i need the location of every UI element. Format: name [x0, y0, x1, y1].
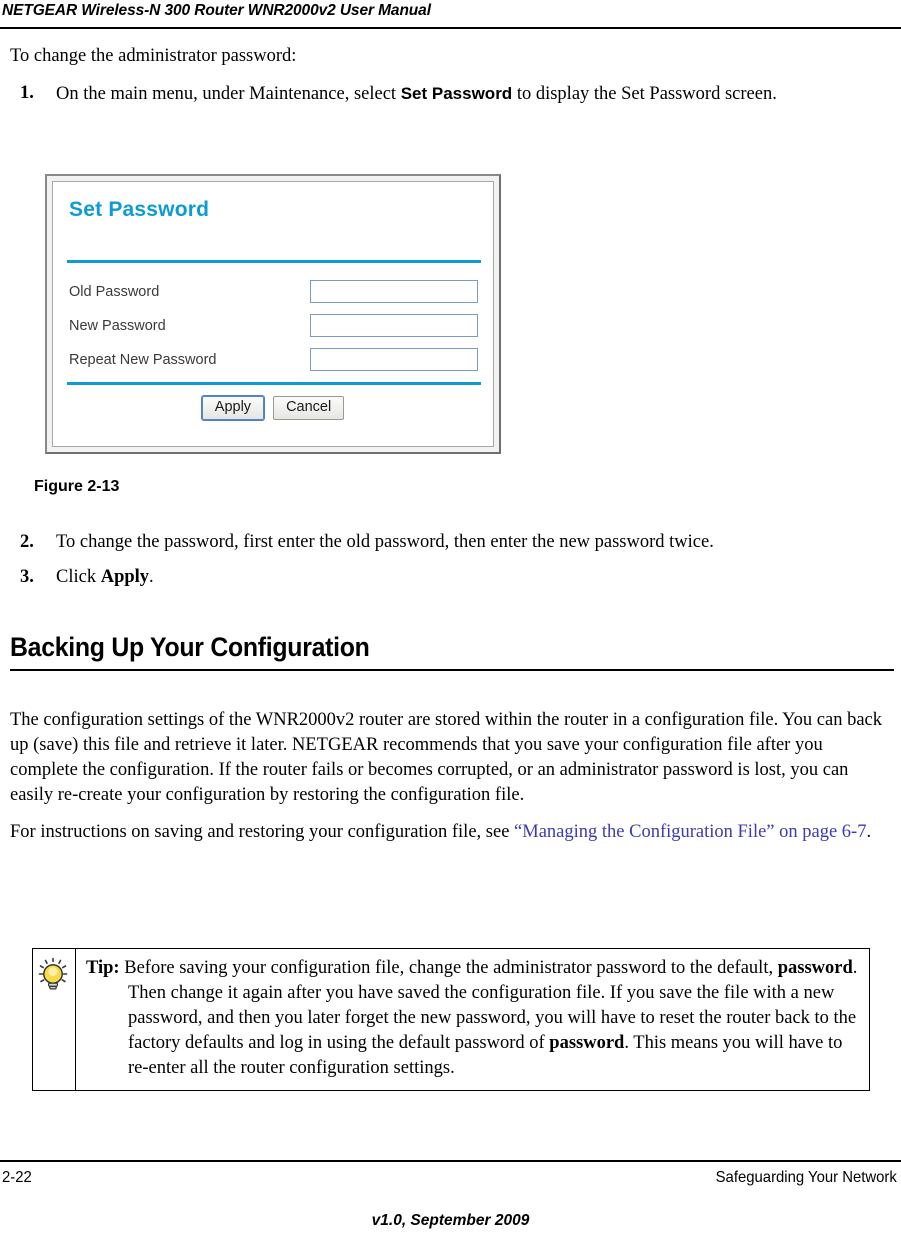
- section-body: The configuration settings of the WNR200…: [10, 708, 894, 857]
- steps-after-figure: 2. To change the password, first enter th…: [10, 530, 894, 600]
- tip-bold-password-2: password: [549, 1033, 625, 1053]
- step-1-number: 1.: [20, 83, 34, 103]
- set-password-dialog: Set Password Old Password New Password R…: [52, 181, 494, 447]
- tip-text-cell: Tip: Before saving your configuration fi…: [76, 949, 869, 1090]
- new-password-input[interactable]: [310, 314, 478, 337]
- step-1-text-before: On the main menu, under Maintenance, sel…: [56, 84, 401, 104]
- old-password-input[interactable]: [310, 280, 478, 303]
- repeat-new-password-label: Repeat New Password: [69, 352, 217, 368]
- intro-lead: To change the administrator password:: [10, 46, 297, 66]
- apply-button[interactable]: Apply: [201, 396, 265, 420]
- section-xref-paragraph: For instructions on saving and restoring…: [10, 820, 894, 845]
- step-3: 3. Click Apply.: [10, 565, 894, 590]
- lightbulb-icon: [37, 957, 71, 998]
- step-3-text-before: Click: [56, 567, 101, 587]
- repeat-new-password-input[interactable]: [310, 348, 478, 371]
- header-divider: [0, 27, 901, 29]
- dialog-rule-bottom: [67, 382, 481, 385]
- figure-caption: Figure 2-13: [34, 478, 120, 495]
- figure-set-password: Set Password Old Password New Password R…: [34, 174, 501, 495]
- tip-icon-cell: [33, 949, 76, 1090]
- step-2-text: To change the password, first enter the …: [56, 532, 714, 552]
- manual-title: NETGEAR Wireless-N 300 Router WNR2000v2 …: [2, 2, 431, 19]
- dialog-button-bar: Apply Cancel: [53, 396, 493, 420]
- cross-reference-link[interactable]: “Managing the Configuration File” on pag…: [514, 822, 866, 842]
- set-password-dialog-frame: Set Password Old Password New Password R…: [45, 174, 501, 454]
- step-1-emphasis: Set Password: [400, 84, 513, 103]
- xref-end-text: .: [866, 822, 872, 842]
- section-heading: Backing Up Your Configuration: [10, 632, 370, 662]
- footer-chapter-name: Safeguarding Your Network: [715, 1169, 897, 1186]
- section-paragraph: The configuration settings of the WNR200…: [10, 710, 883, 805]
- footer-divider: [0, 1160, 901, 1162]
- step-2: 2. To change the password, first enter th…: [10, 530, 894, 555]
- footer-page-number: 2-22: [2, 1169, 32, 1186]
- dialog-title: Set Password: [69, 198, 210, 221]
- field-row-new-password: New Password: [67, 312, 481, 344]
- tip-bold-password-1: password: [777, 958, 853, 978]
- intro-block: To change the administrator password: 1.…: [10, 44, 894, 117]
- step-2-number: 2.: [20, 532, 34, 552]
- step-3-emphasis: Apply: [100, 567, 150, 587]
- cancel-button[interactable]: Cancel: [273, 396, 345, 420]
- old-password-label: Old Password: [69, 284, 160, 300]
- page-header: NETGEAR Wireless-N 300 Router WNR2000v2 …: [0, 0, 901, 30]
- field-row-repeat-new-password: Repeat New Password: [67, 346, 481, 378]
- section-divider: [10, 669, 894, 671]
- footer-version: v1.0, September 2009: [371, 1212, 530, 1229]
- new-password-label: New Password: [69, 318, 166, 334]
- step-3-number: 3.: [20, 567, 34, 587]
- tip-text: Tip: Before saving your configuration fi…: [86, 956, 859, 1081]
- tip-box: Tip: Before saving your configuration fi…: [32, 948, 870, 1091]
- step-1: 1. On the main menu, under Maintenance, s…: [10, 81, 894, 107]
- section-backing-up: Backing Up Your Configuration: [10, 632, 894, 671]
- step-3-text-after: .: [149, 567, 154, 587]
- tip-part-1: Before saving your configuration file, c…: [119, 958, 778, 978]
- dialog-rule-top: [67, 260, 481, 263]
- xref-intro-text: For instructions on saving and restoring…: [10, 822, 515, 842]
- step-1-text-after: to display the Set Password screen.: [512, 84, 777, 104]
- field-row-old-password: Old Password: [67, 278, 481, 310]
- tip-label: Tip:: [86, 958, 120, 978]
